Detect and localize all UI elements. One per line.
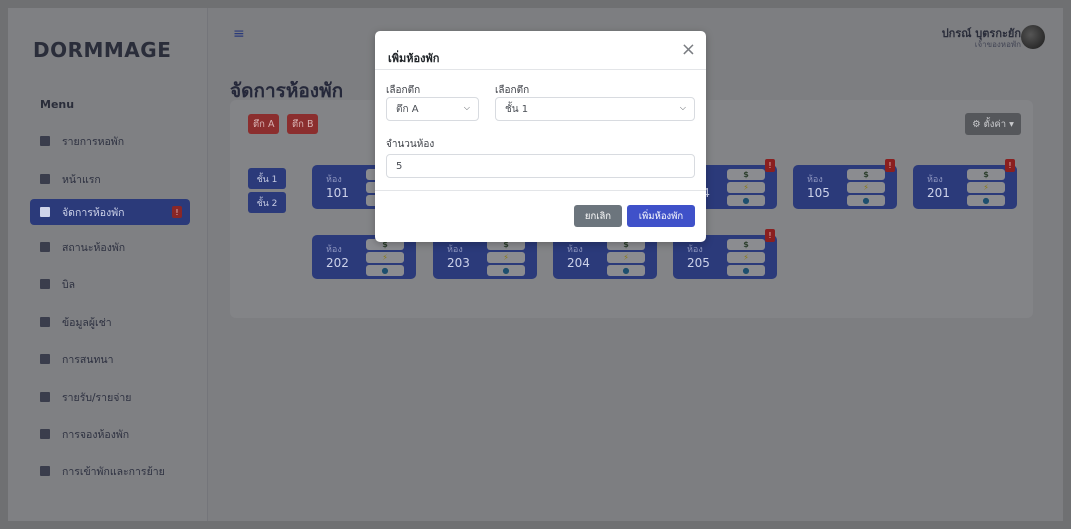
add-room-button[interactable]: เพิ่มห้องพัก [627, 205, 695, 227]
sidebar-item-label: หน้าแรก [62, 173, 101, 186]
cancel-button[interactable]: ยกเลิก [574, 205, 622, 227]
sidebar-item-dorm-list[interactable]: รายการหอพัก [30, 128, 190, 154]
alert-icon: ! [765, 159, 775, 172]
alert-icon: ! [885, 159, 895, 172]
sidebar-item-bookings[interactable]: การจองห้องพัก [30, 421, 190, 447]
add-room-modal: เพิ่มห้องพัก × เลือกตึก ตึก A ⌵ เลือกตึก… [375, 31, 706, 242]
building-select[interactable]: ตึก A ⌵ [386, 97, 479, 121]
power-icon[interactable]: ⚡ [607, 252, 645, 263]
sidebar-item-label: การสนทนา [62, 353, 114, 366]
room-count-value: 5 [396, 160, 403, 172]
modal-divider [375, 69, 706, 70]
sidebar-item-label: สถานะห้องพัก [62, 241, 126, 254]
floor-select-value: ชั้น 1 [505, 103, 529, 115]
modal-divider [375, 190, 706, 191]
menu-title: Menu [40, 98, 75, 111]
room-number: 201 [927, 186, 950, 200]
power-icon[interactable]: ⚡ [366, 252, 404, 263]
alert-icon: ! [765, 229, 775, 242]
sidebar-item-label: การจองห้องพัก [62, 428, 130, 441]
sidebar-item-label: จัดการห้องพัก [62, 206, 125, 219]
settings-dropdown-button[interactable]: ⚙ ตั้งค่า ▾ [965, 113, 1021, 135]
room-label: ห้อง [326, 175, 342, 185]
app-frame: DORMMAGE Menu รายการหอพัก หน้าแรก จัดการ… [8, 8, 1063, 521]
money-icon[interactable]: $ [727, 239, 765, 250]
room-label: ห้อง [807, 175, 823, 185]
sidebar-item-tenants[interactable]: ข้อมูลผู้เช่า [30, 309, 190, 335]
sidebar-item-label: รายรับ/รายจ่าย [62, 391, 132, 404]
water-icon[interactable]: ● [607, 265, 645, 276]
room-card[interactable]: ห้อง 105 $ ⚡ ● ! [793, 159, 897, 209]
power-icon[interactable]: ⚡ [847, 182, 885, 193]
floor-select[interactable]: ชั้น 1 ⌵ [495, 97, 695, 121]
users-icon [40, 317, 50, 327]
room-number: 203 [447, 256, 470, 270]
chevron-down-icon: ⌵ [463, 103, 470, 112]
floor-button-2[interactable]: ชั้น 2 [248, 192, 286, 213]
sidebar-item-move-in-out[interactable]: การเข้าพักและการย้าย [30, 458, 190, 484]
user-role: เจ้าของหอพัก [974, 40, 1021, 49]
room-label: ห้อง [326, 245, 342, 255]
water-icon[interactable]: ● [847, 195, 885, 206]
money-icon[interactable]: $ [727, 169, 765, 180]
sidebar-item-label: บิล [62, 278, 76, 291]
room-label: ห้อง [447, 245, 463, 255]
room-number: 101 [326, 186, 349, 200]
door-icon [40, 207, 50, 217]
avatar[interactable] [1021, 25, 1045, 49]
sidebar-item-manage-rooms[interactable]: จัดการห้องพัก! [30, 199, 190, 225]
alert-icon: ! [1005, 159, 1015, 172]
transfer-icon [40, 466, 50, 476]
grid-icon [40, 136, 50, 146]
room-count-input[interactable]: 5 [386, 154, 695, 178]
bill-icon [40, 279, 50, 289]
room-number: 204 [567, 256, 590, 270]
alert-badge: ! [172, 206, 182, 218]
room-label: ห้อง [567, 245, 583, 255]
dashboard-icon [40, 174, 50, 184]
sidebar-item-label: รายการหอพัก [62, 135, 125, 148]
building-tab-b[interactable]: ตึก B [287, 114, 319, 134]
chat-icon [40, 354, 50, 364]
sidebar-item-label: ข้อมูลผู้เช่า [62, 316, 112, 329]
sidebar-item-label: การเข้าพักและการย้าย [62, 465, 165, 478]
floor-button-1[interactable]: ชั้น 1 [248, 168, 286, 189]
power-icon[interactable]: ⚡ [967, 182, 1005, 193]
building-select-value: ตึก A [396, 103, 419, 115]
modal-title: เพิ่มห้องพัก [388, 52, 440, 65]
water-icon[interactable]: ● [727, 265, 765, 276]
sidebar-item-chat[interactable]: การสนทนา [30, 346, 190, 372]
room-label: ห้อง [927, 175, 943, 185]
water-icon[interactable]: ● [366, 265, 404, 276]
sidebar-item-room-status[interactable]: สถานะห้องพัก [30, 234, 190, 260]
water-icon[interactable]: ● [487, 265, 525, 276]
door-icon [40, 429, 50, 439]
power-icon[interactable]: ⚡ [727, 252, 765, 263]
door-icon [40, 242, 50, 252]
sidebar-item-income-expense[interactable]: รายรับ/รายจ่าย [30, 384, 190, 410]
water-icon[interactable]: ● [727, 195, 765, 206]
close-icon[interactable]: × [681, 41, 696, 59]
money-icon[interactable]: $ [847, 169, 885, 180]
room-card[interactable]: ห้อง 201 $ ⚡ ● ! [913, 159, 1017, 209]
document-icon [40, 392, 50, 402]
sidebar: DORMMAGE Menu รายการหอพัก หน้าแรก จัดการ… [8, 8, 208, 521]
power-icon[interactable]: ⚡ [487, 252, 525, 263]
power-icon[interactable]: ⚡ [727, 182, 765, 193]
room-number: 205 [687, 256, 710, 270]
room-number: 202 [326, 256, 349, 270]
sidebar-item-home[interactable]: หน้าแรก [30, 166, 190, 192]
chevron-down-icon: ⌵ [679, 103, 686, 112]
water-icon[interactable]: ● [967, 195, 1005, 206]
brand-logo: DORMMAGE [33, 38, 172, 62]
hamburger-menu-icon[interactable]: ≡ [233, 26, 245, 42]
money-icon[interactable]: $ [967, 169, 1005, 180]
building-select-label: เลือกตึก [386, 85, 421, 96]
building-tab-a[interactable]: ตึก A [248, 114, 280, 134]
room-count-label: จำนวนห้อง [386, 139, 435, 150]
room-label: ห้อง [687, 245, 703, 255]
floor-select-label: เลือกตึก [495, 85, 530, 96]
room-number: 105 [807, 186, 830, 200]
sidebar-item-bills[interactable]: บิล [30, 271, 190, 297]
